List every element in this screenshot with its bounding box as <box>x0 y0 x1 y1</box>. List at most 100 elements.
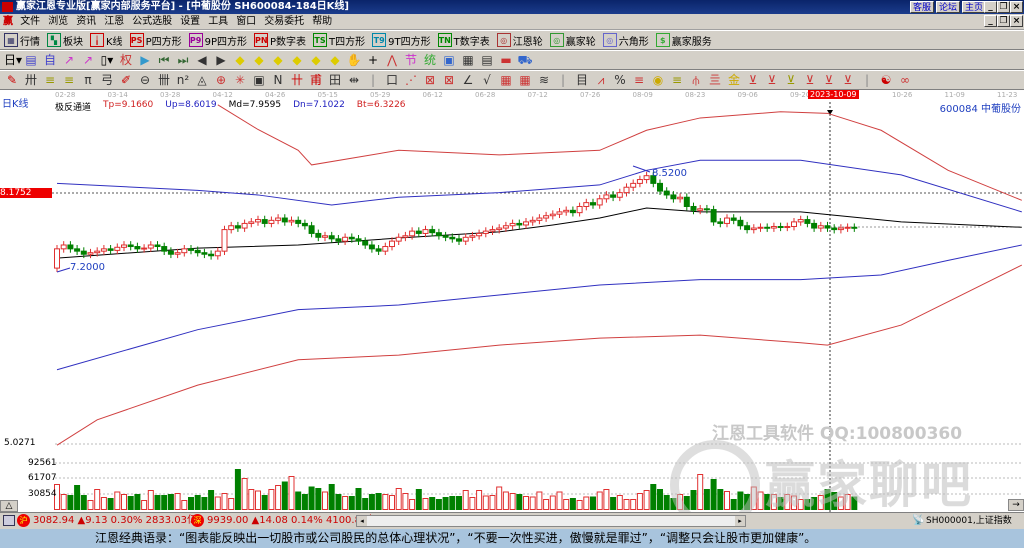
table-icon[interactable]: 田 <box>327 72 343 88</box>
menu-item-9[interactable]: 帮助 <box>312 16 332 27</box>
right-icon[interactable]: ▶ <box>213 52 229 68</box>
kline-button[interactable]: ╽ K线 <box>90 33 123 48</box>
notes-icon[interactable]: ▤ <box>479 52 495 68</box>
wave-icon[interactable]: 弓 <box>99 72 115 88</box>
menu-item-5[interactable]: 设置 <box>180 16 200 27</box>
brush-icon[interactable]: ✐ <box>118 72 134 88</box>
left-icon[interactable]: ◀ <box>194 52 210 68</box>
lines-icon[interactable]: ≋ <box>536 72 552 88</box>
percent-icon[interactable]: % <box>612 72 628 88</box>
stats-icon[interactable]: 统 <box>422 52 438 68</box>
hand-icon[interactable]: ✋ <box>346 52 362 68</box>
child-minimize-icon[interactable]: _ <box>984 15 997 27</box>
t-number-button[interactable]: TN T数字表 <box>437 33 490 48</box>
gann-box2-icon[interactable]: ⊠ <box>441 72 457 88</box>
rect-icon[interactable]: 口 <box>384 72 400 88</box>
menu-item-2[interactable]: 资讯 <box>76 16 96 27</box>
gann-box-icon[interactable]: ⊠ <box>422 72 438 88</box>
sep2-icon[interactable]: | <box>555 72 571 88</box>
fork-icon[interactable]: ⫛ <box>688 72 704 88</box>
chart-mode-icon[interactable]: ▤ <box>23 52 39 68</box>
self-select-icon[interactable]: 自 <box>42 52 58 68</box>
menu-item-6[interactable]: 工具 <box>208 16 228 27</box>
first-icon[interactable]: ⏮ <box>156 52 172 68</box>
matrix-icon[interactable]: ▦ <box>498 72 514 88</box>
flag-icon[interactable]: ▶ <box>137 52 153 68</box>
scroll-right-icon[interactable]: ▸ <box>735 516 745 526</box>
panel-toggle-button[interactable]: △ <box>0 500 18 512</box>
child-close-icon[interactable]: × <box>1010 15 1023 27</box>
matrix2-icon[interactable]: ▦ <box>517 72 533 88</box>
fan-icon[interactable]: ⊕ <box>213 72 229 88</box>
minimize-icon[interactable]: _ <box>984 1 997 13</box>
candle-select-icon[interactable]: ▯▾ <box>99 52 115 68</box>
trend-kill-icon[interactable]: ⩘ <box>593 72 609 88</box>
gold-line2-icon[interactable]: ≡ <box>61 72 77 88</box>
infinity-icon[interactable]: ∞ <box>897 72 913 88</box>
winner-wheel-button[interactable]: ◎ 赢家轮 <box>549 33 596 48</box>
gold-line-icon[interactable]: ≡ <box>42 72 58 88</box>
gold-coin-icon[interactable]: ◉ <box>650 72 666 88</box>
period-select-icon[interactable]: 日▾ <box>4 52 22 68</box>
current-index[interactable]: SH000001,上证指数 <box>926 513 1012 529</box>
zoom-out-icon[interactable]: ◆ <box>251 52 267 68</box>
pen-icon[interactable]: ✎ <box>4 72 20 88</box>
range-icon[interactable]: ⇹ <box>346 72 362 88</box>
fan6-icon[interactable]: ⊻ <box>840 72 856 88</box>
save-icon[interactable]: ▬ <box>498 52 514 68</box>
hexagon-button[interactable]: ◎ 六角形 <box>602 33 649 48</box>
calendar-icon[interactable]: ▣ <box>441 52 457 68</box>
9t-square-button[interactable]: T9 9T四方形 <box>372 33 431 48</box>
menu-item-3[interactable]: 江恩 <box>104 16 124 27</box>
angle2-icon[interactable]: ⊻ <box>745 72 761 88</box>
indicator-icon[interactable]: ↗ <box>61 52 77 68</box>
circle-icon[interactable]: ⊖ <box>137 72 153 88</box>
sep1-icon[interactable]: | <box>365 72 381 88</box>
rights-icon[interactable]: 权 <box>118 52 134 68</box>
menu-item-0[interactable]: 文件 <box>20 16 40 27</box>
gann-wheel-button[interactable]: ◎ 江恩轮 <box>496 33 543 48</box>
star-icon[interactable]: ✳ <box>232 72 248 88</box>
level-icon[interactable]: 亖 <box>707 72 723 88</box>
mark2-icon[interactable]: 甫 <box>308 72 324 88</box>
festival-icon[interactable]: 节 <box>403 52 419 68</box>
angle-icon[interactable]: ∠ <box>460 72 476 88</box>
gold-line3-icon[interactable]: ≡ <box>669 72 685 88</box>
menu-item-1[interactable]: 浏览 <box>48 16 68 27</box>
cycle-icon[interactable]: 卌 <box>156 72 172 88</box>
indicator2-icon[interactable]: ↗ <box>80 52 96 68</box>
trend-icon[interactable]: ⋀ <box>384 52 400 68</box>
fan3-icon[interactable]: ⊻ <box>783 72 799 88</box>
p-square-button[interactable]: PS P四方形 <box>129 33 182 48</box>
bar-icon[interactable]: 目 <box>574 72 590 88</box>
last-icon[interactable]: ⏭ <box>175 52 191 68</box>
line-tool-icon[interactable]: π <box>80 72 96 88</box>
fan5-icon[interactable]: ⊻ <box>821 72 837 88</box>
scroll-left-icon[interactable]: ◂ <box>357 516 367 526</box>
n-icon[interactable]: N <box>270 72 286 88</box>
zoom-in-icon[interactable]: ◆ <box>232 52 248 68</box>
scroll-right-arrow-icon[interactable]: → <box>1008 499 1024 511</box>
menu-item-7[interactable]: 窗口 <box>236 16 256 27</box>
home-button[interactable]: 主页 <box>962 1 987 13</box>
box-icon[interactable]: ▣ <box>251 72 267 88</box>
sector-button[interactable]: ▚ 板块 <box>47 33 83 48</box>
9p-square-button[interactable]: P9 9P四方形 <box>188 33 247 48</box>
up-icon[interactable]: ◆ <box>308 52 324 68</box>
support-button[interactable]: 客服 <box>910 1 935 13</box>
child-restore-icon[interactable]: ❐ <box>997 15 1010 27</box>
down-icon[interactable]: ◆ <box>327 52 343 68</box>
mark-icon[interactable]: 卄 <box>289 72 305 88</box>
calculator-icon[interactable] <box>3 515 15 526</box>
pct-line-icon[interactable]: ≡ <box>631 72 647 88</box>
menu-item-8[interactable]: 交易委托 <box>264 16 304 27</box>
service-button[interactable]: $ 赢家服务 <box>655 33 712 48</box>
t-square-button[interactable]: TS T四方形 <box>313 33 365 48</box>
gold-level-icon[interactable]: 金 <box>726 72 742 88</box>
speed-icon[interactable]: ⋰ <box>403 72 419 88</box>
n2-icon[interactable]: n² <box>175 72 191 88</box>
trade-icon[interactable]: ⛟ <box>517 52 533 68</box>
expand-icon[interactable]: ◆ <box>270 52 286 68</box>
menu-item-4[interactable]: 公式选股 <box>132 16 172 27</box>
fan4-icon[interactable]: ⊻ <box>802 72 818 88</box>
